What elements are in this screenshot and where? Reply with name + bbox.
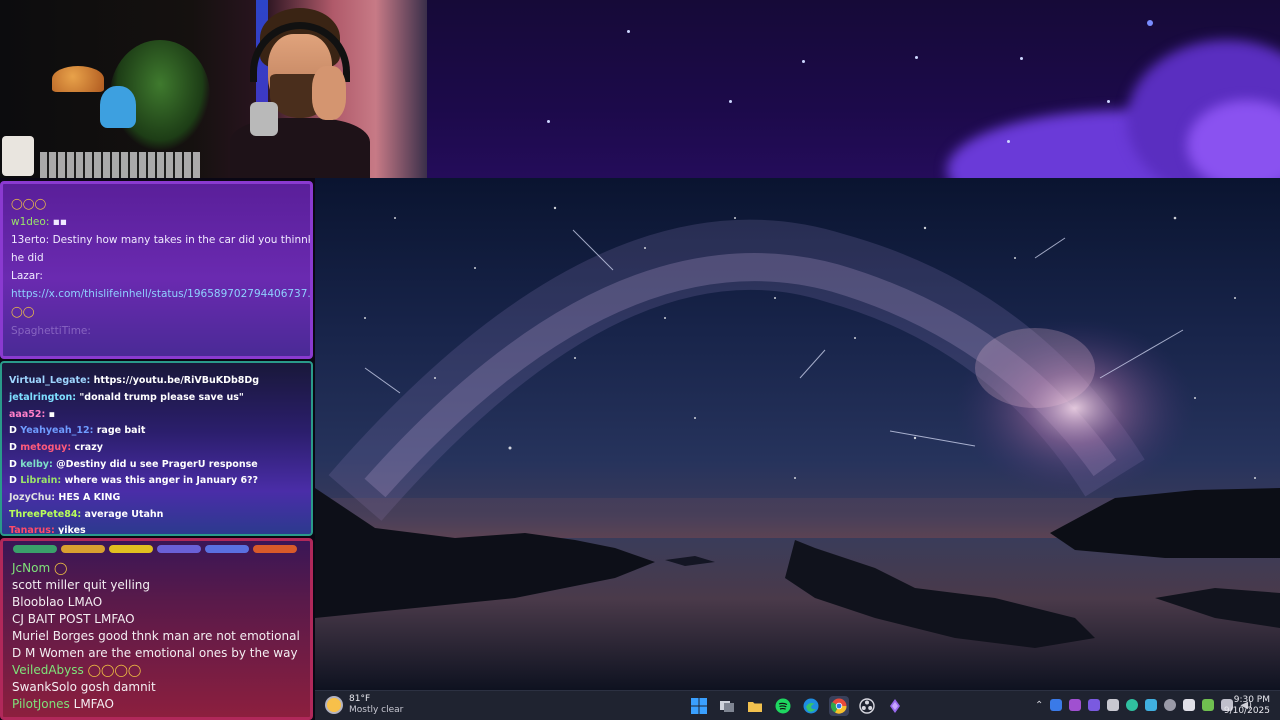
clock-time: 9:30 PM <box>1233 695 1270 705</box>
chat-line: PilotJones LMFAO <box>12 697 114 711</box>
chat-line: VeiledAbyss ◯◯◯◯ <box>12 663 142 677</box>
chat-line: Muriel Borges good thnk man are not emot… <box>12 629 300 643</box>
emote-icon: ▪▪ <box>52 216 67 228</box>
chat-line: SwankSolo gosh damnit <box>12 680 156 694</box>
chat-line: jetalrington: "donald trump please save … <box>9 392 244 403</box>
steam-icon[interactable] <box>1107 699 1120 711</box>
pinned-apps <box>689 696 905 716</box>
chat-line: SpaghettiTime: <box>11 325 91 337</box>
tray-app-icon[interactable] <box>1069 699 1082 711</box>
chrome-icon[interactable] <box>829 696 849 716</box>
badge-icon: D <box>9 442 21 453</box>
chat-line: D Librain: where was this anger in Janua… <box>9 475 259 486</box>
desktop-wallpaper <box>315 178 1280 690</box>
chat-panel-middle: Virtual_Legate: https://youtu.be/RiVBuKD… <box>0 361 313 536</box>
mug <box>2 136 34 176</box>
badge-bar <box>13 545 297 553</box>
webcam-feed <box>0 0 427 178</box>
chat-line: aaa52: ▪ <box>9 409 56 420</box>
start-icon[interactable] <box>689 696 709 716</box>
emote-icon: ◯◯ <box>11 306 35 318</box>
clock-date: 9/10/2025 <box>1223 706 1270 716</box>
chat-line: w1deo: ▪▪ <box>11 216 67 228</box>
keyboard <box>40 152 200 178</box>
chat-line: Blooblao LMAO <box>12 595 103 609</box>
tray-app-icon[interactable] <box>1050 699 1063 711</box>
chat-line: ◯◯◯ <box>11 198 46 210</box>
chat-line: D metoguy: crazy <box>9 442 103 453</box>
streamer <box>220 8 370 178</box>
edge-icon[interactable] <box>801 696 821 716</box>
tray-app-icon[interactable] <box>1202 699 1215 711</box>
chat-line: Tanarus: yikes <box>9 525 86 536</box>
file-explorer-icon[interactable] <box>745 696 765 716</box>
chat-line: D kelby: @Destiny did u see PragerU resp… <box>9 459 258 470</box>
chat-panel-bottom: JcNom ◯ scott miller quit yelling Bloobl… <box>0 538 313 720</box>
tray-app-icon[interactable] <box>1183 699 1196 711</box>
chat-username: 13erto: <box>11 234 50 246</box>
overlay-sky <box>427 0 1280 178</box>
emote-icon: ◯ <box>50 561 68 575</box>
system-tray: ⌃ ◀) <box>1035 699 1252 711</box>
chat-line: D M Women are the emotional ones by the … <box>12 646 298 660</box>
weather-moon-icon <box>325 696 343 714</box>
figurine <box>100 86 136 128</box>
badge-icon: D <box>9 425 21 436</box>
weather-desc: Mostly clear <box>349 705 404 715</box>
tray-overflow-icon[interactable]: ⌃ <box>1035 700 1043 711</box>
windows-taskbar: 81°F Mostly clear ⌃ ◀) 9:30 PM 9/10/2025 <box>315 690 1280 720</box>
chat-line: CJ BAIT POST LMFAO <box>12 612 135 626</box>
chat-line: he did <box>11 252 44 264</box>
tray-app-icon[interactable] <box>1164 699 1177 711</box>
chat-line: Virtual_Legate: https://youtu.be/RiVBuKD… <box>9 375 260 386</box>
spotify-icon[interactable] <box>773 696 793 716</box>
chat-link[interactable]: https://x.com/thislifeinhell/status/1965… <box>11 288 310 300</box>
milky-way-wallpaper <box>315 206 1280 690</box>
weather-widget[interactable]: 81°F Mostly clear <box>325 694 403 716</box>
clock[interactable]: 9:30 PM 9/10/2025 <box>1224 695 1270 717</box>
screen: ◯◯◯ w1deo: ▪▪ 13erto: Destiny how many t… <box>0 0 1280 720</box>
chat-line: JcNom ◯ <box>12 561 68 575</box>
chat-username: Lazar: <box>11 270 43 282</box>
chat-username: SpaghettiTime: <box>11 325 91 337</box>
chat-line: 13erto: Destiny how many takes in the ca… <box>11 234 313 246</box>
emote-icon: ◯◯◯ <box>11 198 47 210</box>
chat-line: D Yeahyeah_12: rage bait <box>9 425 146 436</box>
chat-panel-top: ◯◯◯ w1deo: ▪▪ 13erto: Destiny how many t… <box>0 181 313 359</box>
streaming-app-icon[interactable] <box>885 696 905 716</box>
badge-icon: D <box>9 475 21 486</box>
chat-line: Lazar: <box>11 270 43 282</box>
mushroom-lamp <box>52 66 104 92</box>
chat-line: ThreePete84: average Utahn <box>9 509 164 520</box>
badge-icon: D <box>9 459 21 470</box>
tray-app-icon[interactable] <box>1088 699 1101 711</box>
chat-username: w1deo: <box>11 216 50 228</box>
chat-line: scott miller quit yelling <box>12 578 151 592</box>
emote-icon: ▪ <box>48 409 56 420</box>
tray-app-icon[interactable] <box>1126 699 1139 711</box>
weather-temp: 81°F <box>349 694 371 704</box>
task-view-icon[interactable] <box>717 696 737 716</box>
obs-icon[interactable] <box>857 696 877 716</box>
tray-app-icon[interactable] <box>1145 699 1158 711</box>
emote-icon: ◯◯◯◯ <box>83 663 142 677</box>
chat-line: JozyChu: HES A KING <box>9 492 121 503</box>
microphone <box>250 102 278 136</box>
